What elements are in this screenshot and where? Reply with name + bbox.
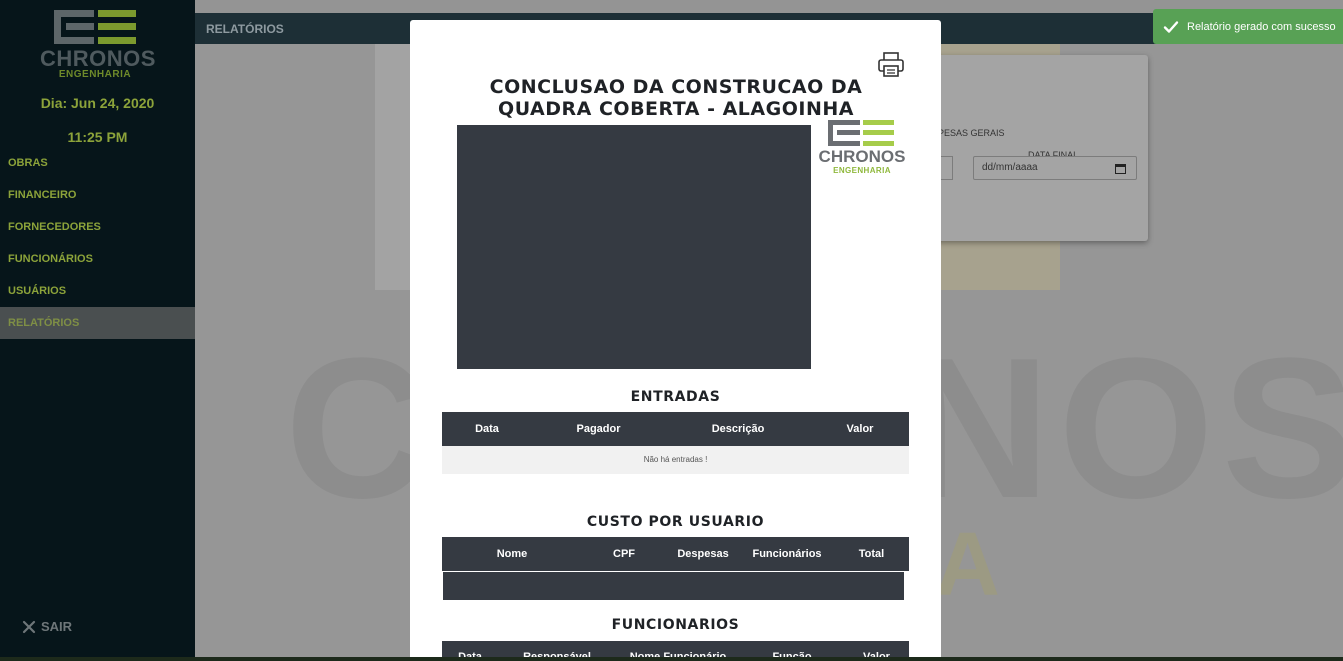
current-date: Dia: Jun 24, 2020: [40, 95, 155, 111]
sidebar-item-funcionarios[interactable]: FUNCIONÁRIOS: [0, 243, 195, 275]
calendar-icon[interactable]: [1115, 163, 1126, 174]
sidebar-logo: CHRONOS ENGENHARIA: [40, 10, 155, 80]
watermark-sub: A: [935, 515, 1000, 615]
bottom-strip: [0, 657, 1343, 661]
sidebar-item-fornecedores[interactable]: FORNECEDORES: [0, 211, 195, 243]
sidebar-item-financeiro[interactable]: FINANCEIRO: [0, 179, 195, 211]
entradas-title: ENTRADAS: [630, 389, 721, 405]
current-time: 11:25 PM: [67, 129, 128, 145]
funcionarios-title: FUNCIONARIOS: [611, 617, 740, 633]
col-despesas: Despesas: [677, 548, 729, 560]
col-pagador: Pagador: [576, 423, 621, 435]
report-logo: CHRONOS ENGENHARIA: [818, 120, 906, 178]
report-logo-brand: CHRONOS: [818, 147, 906, 166]
entradas-table: Data Pagador Descrição Valor Não há entr…: [442, 412, 909, 474]
report-filter-card: PESAS GERAIS DATA FINAL dd/mm/aaaa: [930, 55, 1148, 241]
col-total: Total: [858, 548, 885, 560]
report-logo-subtitle: ENGENHARIA: [833, 166, 891, 175]
sidebar-item-usuarios[interactable]: USUÁRIOS: [0, 275, 195, 307]
chronos-logo-icon: [828, 120, 894, 146]
sidebar: CHRONOS ENGENHARIA Dia: Jun 24, 2020 11:…: [0, 0, 195, 661]
page-title: RELATÓRIOS: [206, 22, 284, 36]
col-valor: Valor: [846, 423, 874, 435]
date-placeholder: dd/mm/aaaa: [982, 162, 1038, 173]
col-funcionarios: Funcionários: [752, 548, 822, 560]
report-title-line1: CONCLUSAO DA CONSTRUCAO DA: [489, 76, 863, 98]
report-modal: CONCLUSAO DA CONSTRUCAO DA QUADRA COBERT…: [410, 20, 941, 661]
custo-por-usuario-title: CUSTO POR USUARIO: [586, 514, 765, 530]
despesas-gerais-label: PESAS GERAIS: [938, 128, 1005, 138]
entradas-empty-message: Não há entradas !: [442, 446, 909, 474]
custo-table-header: Nome CPF Despesas Funcionários Total: [442, 537, 909, 571]
project-photo: [457, 125, 811, 369]
sidebar-item-relatorios[interactable]: RELATÓRIOS: [0, 307, 195, 339]
col-descricao: Descrição: [711, 423, 765, 435]
data-final-input[interactable]: dd/mm/aaaa: [973, 156, 1137, 180]
chronos-logo-icon: [54, 10, 136, 44]
background-panel: [375, 44, 415, 290]
logout-label: SAIR: [41, 619, 73, 634]
table-row: [443, 572, 904, 600]
close-icon: [22, 620, 36, 633]
col-cpf: CPF: [613, 548, 635, 560]
logout-button[interactable]: SAIR: [22, 619, 72, 634]
custo-table: Nome CPF Despesas Funcionários Total: [442, 537, 909, 600]
success-toast[interactable]: Relatório gerado com sucesso: [1153, 9, 1343, 44]
col-nome: Nome: [496, 548, 528, 560]
check-icon: [1163, 20, 1179, 33]
report-title: CONCLUSAO DA CONSTRUCAO DA QUADRA COBERT…: [450, 76, 902, 120]
sidebar-nav: OBRAS FINANCEIRO FORNECEDORES FUNCIONÁRI…: [0, 147, 195, 339]
report-title-line2: QUADRA COBERTA - ALAGOINHA: [498, 98, 854, 120]
toast-message: Relatório gerado com sucesso: [1187, 20, 1336, 33]
logo-subtitle: ENGENHARIA: [58, 69, 132, 80]
sidebar-item-obras[interactable]: OBRAS: [0, 147, 195, 179]
col-data: Data: [475, 423, 499, 435]
print-icon[interactable]: [877, 51, 905, 79]
entradas-table-header: Data Pagador Descrição Valor: [442, 412, 909, 446]
